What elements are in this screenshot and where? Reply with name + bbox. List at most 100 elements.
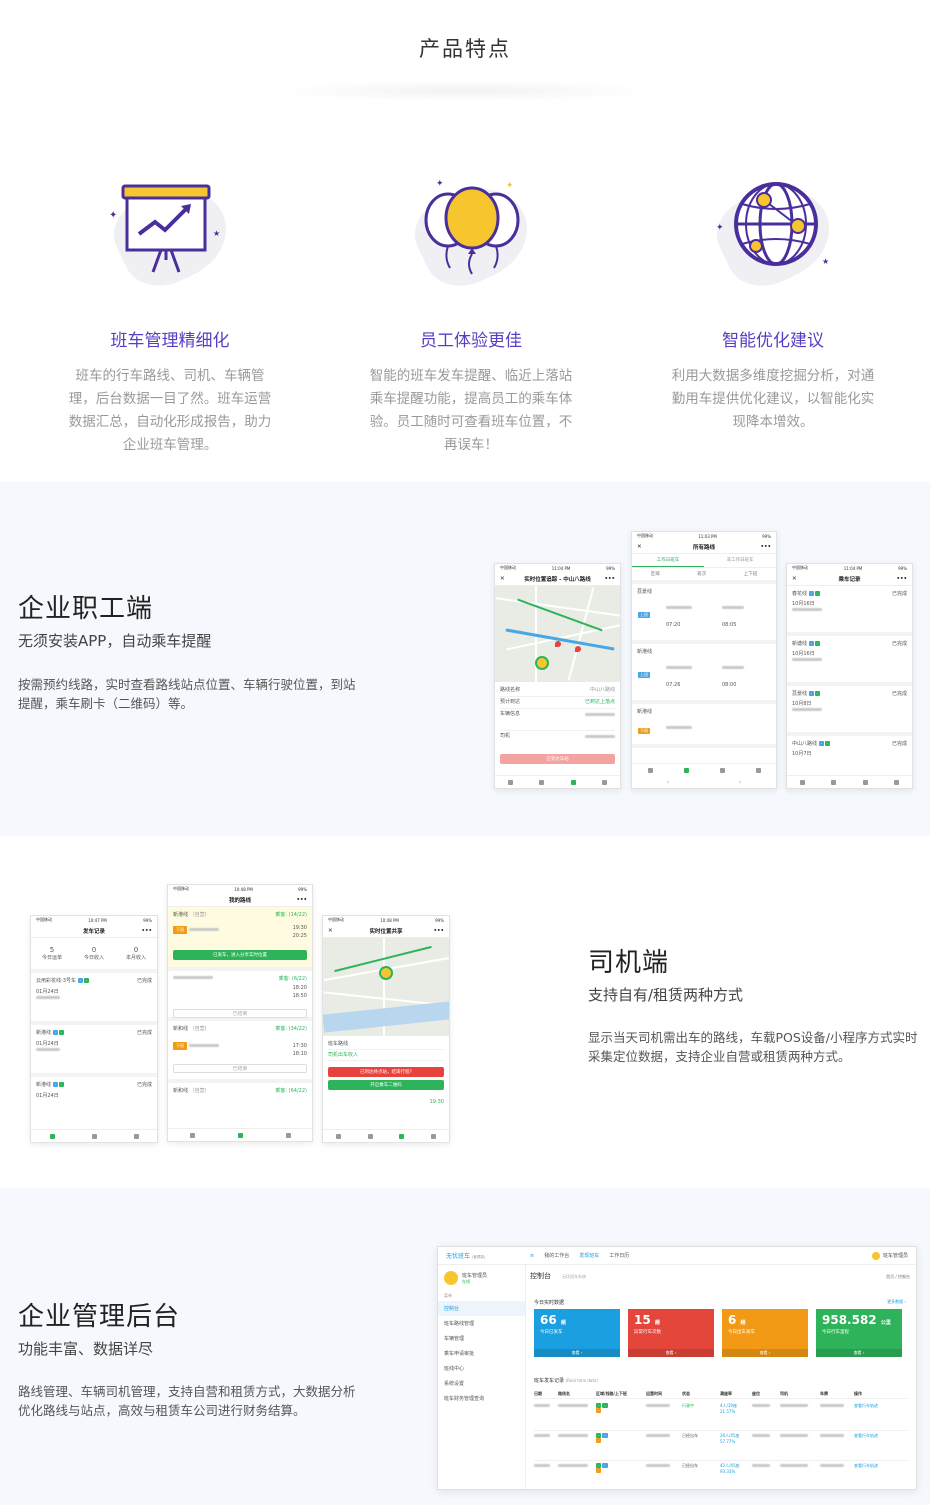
tab-holiday[interactable]: 非工作日班车: [704, 554, 776, 567]
more-icon[interactable]: •••: [141, 928, 152, 934]
filter-shift[interactable]: 班次: [697, 571, 706, 577]
stat-label: 今日出车发车: [728, 1330, 755, 1335]
stat-card[interactable]: 66 趟 今日已发车 查看 ›: [534, 1309, 620, 1357]
stat-label: 今日行车里程: [822, 1330, 849, 1335]
ended-button[interactable]: 已结束: [173, 1064, 307, 1073]
list-item[interactable]: 乘客: (6/22) 18:20 18:50 已结束: [168, 971, 312, 1021]
list-item[interactable]: 云用彩妆线-3号车 · · 已完成 01月24日: [31, 973, 157, 1025]
more-data-link[interactable]: 更多数据 ›: [887, 1299, 906, 1305]
table-row[interactable]: · · · 已经出车 26人/45座 57.77% 查看行车轨迹: [534, 1433, 908, 1461]
qr-code-button[interactable]: 开启乘车二维码: [328, 1080, 444, 1090]
passenger-count: 乘客: (14/22): [275, 912, 307, 918]
route-name: 新和线: [173, 1026, 189, 1032]
arrived-button[interactable]: 已到达车站: [500, 754, 615, 764]
forward-icon[interactable]: ›: [739, 779, 741, 786]
route-map[interactable]: [495, 586, 620, 682]
end-trip-button[interactable]: 已到达终点站，结束行程?: [328, 1067, 444, 1077]
filter-direction[interactable]: 上下班: [744, 571, 758, 577]
top-tab[interactable]: 我的工作台: [544, 1252, 569, 1259]
list-item[interactable]: 新和线 （自营) 乘客: (64/22): [168, 1083, 312, 1107]
close-icon[interactable]: ✕: [328, 928, 333, 934]
route-value: 中山八路线: [589, 687, 615, 693]
list-item[interactable]: 新和线 （自营) 乘客: (34/22) 下班 17:30 18:10 已结束: [168, 1021, 312, 1083]
menu-toggle-icon[interactable]: ≡: [530, 1253, 534, 1259]
sidebar-item[interactable]: 控制台: [438, 1301, 525, 1316]
table-header: 日期 路线名 区域/线路/上下班 运营时间 状态 满座率 座位 司机 车牌 操作: [534, 1391, 908, 1399]
avatar[interactable]: [871, 1251, 880, 1260]
table-row[interactable]: · · · 已经出车 42人/45座 93.33% 查看行车轨迹: [534, 1463, 908, 1489]
income-label: 司机出车收入: [328, 1050, 444, 1061]
driver-routes-phone: 中国移动 10:48 PM 99% 我的路线 ••• 新港线 （自营) 乘客: (14…: [167, 884, 313, 1142]
stat-more-link[interactable]: 查看 ›: [722, 1349, 808, 1357]
list-item[interactable]: 新塘线 · · 已完成 10月16日: [787, 636, 912, 686]
close-icon[interactable]: ✕: [792, 576, 797, 582]
col-header: 日期: [534, 1391, 542, 1396]
sidebar-item[interactable]: 班车财务管理查询: [438, 1391, 525, 1406]
stat-unit: 趟: [654, 1320, 660, 1326]
arrive-time: 08:05: [722, 622, 737, 628]
list-item[interactable]: 新港线 上班 07:26 08:00: [632, 644, 776, 704]
list-item[interactable]: 新港线 · · 已完成 01月24日: [31, 1077, 157, 1117]
ended-button[interactable]: 已结束: [173, 1009, 307, 1018]
feature-description: 智能的班车发车提醒、临近上落站乘车提醒功能，提高员工的乘车体验。员工随时可查看班…: [369, 368, 573, 453]
list-item[interactable]: 新港线 下班: [632, 704, 776, 748]
filter-area[interactable]: 区域: [651, 571, 660, 577]
record-status: 已完成: [891, 691, 907, 697]
sidebar-item[interactable]: 车辆管理: [438, 1331, 525, 1346]
status-time: 10:47 PM: [88, 917, 107, 923]
back-icon[interactable]: ‹: [667, 779, 669, 786]
sidebar-item[interactable]: 班线中心: [438, 1361, 525, 1376]
route-name: 新港线: [637, 649, 653, 655]
top-tab[interactable]: 工作日历: [609, 1252, 629, 1259]
top-user[interactable]: 班车管理员: [883, 1252, 908, 1259]
more-icon[interactable]: •••: [296, 897, 307, 903]
stat-card[interactable]: 958.582 公里 今日行车里程 查看 ›: [816, 1309, 902, 1357]
stat-label: 本月收入: [125, 955, 146, 961]
list-item[interactable]: 春花线 · · 已完成 10月16日: [787, 586, 912, 636]
row-action[interactable]: 查看行车轨迹: [854, 1403, 884, 1430]
share-location-button[interactable]: 已发车，进入分享实时位置: [173, 950, 307, 960]
list-item[interactable]: 新港线 · · 已完成 01月24日: [31, 1025, 157, 1077]
stat-card[interactable]: 15 趟 异常行车次数 查看 ›: [628, 1309, 714, 1357]
stat-more-link[interactable]: 查看 ›: [534, 1349, 620, 1357]
row-action[interactable]: 查看行车轨迹: [854, 1433, 884, 1460]
stat-label: 今日收入: [83, 955, 104, 961]
screen-title: 实时位置共享: [369, 928, 403, 935]
table-row[interactable]: · · · 行驶中 4人/19座 21.57% 查看行车轨迹: [534, 1403, 908, 1431]
tab-workday[interactable]: 工作日班车: [632, 554, 704, 567]
driver-description: 显示当天司机需出车的路线，车载POS设备/小程序方式实时采集定位数据，支持企业自…: [588, 1030, 918, 1064]
more-icon[interactable]: •••: [604, 576, 615, 582]
menu-label: 菜单: [444, 1293, 452, 1298]
stat-more-link[interactable]: 查看 ›: [816, 1349, 902, 1357]
record-date: 01月24日: [36, 1093, 59, 1099]
status-time: 11:03 PM: [698, 533, 717, 539]
stat-more-link[interactable]: 查看 ›: [628, 1349, 714, 1357]
route-map[interactable]: [323, 938, 449, 1036]
record-date: 10月16日: [792, 601, 815, 607]
screen-title: 实时位置追踪 - 中山八路线: [524, 576, 591, 583]
stat-unit: 趟: [560, 1320, 566, 1326]
stat-card[interactable]: 6 趟 今日出车发车 查看 ›: [722, 1309, 808, 1357]
record-date: 01月24日: [36, 1041, 59, 1047]
record-date: 01月24日: [36, 989, 59, 995]
record-line: 云用彩妆线-3号车: [36, 978, 76, 984]
more-icon[interactable]: •••: [433, 928, 444, 934]
more-icon[interactable]: •••: [896, 576, 907, 582]
employee-routes-phone: 中国移动 11:03 PM 99% ✕ 所有路线 ••• 工作日班车 非工作日班车 区域…: [631, 531, 777, 789]
close-icon[interactable]: ✕: [500, 576, 505, 582]
list-item[interactable]: 新港线 （自营) 乘客: (14/22) 下班 19:30 20:25 已发车，…: [168, 907, 312, 971]
brand[interactable]: 无忧班车 (管理端): [438, 1251, 524, 1260]
sidebar-item[interactable]: 乘车申请审批: [438, 1346, 525, 1361]
top-tab[interactable]: 发现班车: [579, 1252, 599, 1259]
sidebar-item[interactable]: 班车路线管理: [438, 1316, 525, 1331]
list-item[interactable]: 荔景线 · · 已完成 10月8日: [787, 686, 912, 736]
sidebar-item[interactable]: 系统设置: [438, 1376, 525, 1391]
avatar: [444, 1271, 458, 1285]
close-icon[interactable]: ✕: [637, 544, 642, 550]
list-item[interactable]: 中山八路线 · · 已完成 10月7日: [787, 736, 912, 776]
more-icon[interactable]: •••: [760, 544, 771, 550]
route-tag: 下班: [638, 728, 650, 734]
row-action[interactable]: 查看行车轨迹: [854, 1463, 884, 1489]
list-item[interactable]: 荔景线 上班 07:20 08:05: [632, 584, 776, 644]
arrive-time: 08:00: [722, 682, 737, 688]
